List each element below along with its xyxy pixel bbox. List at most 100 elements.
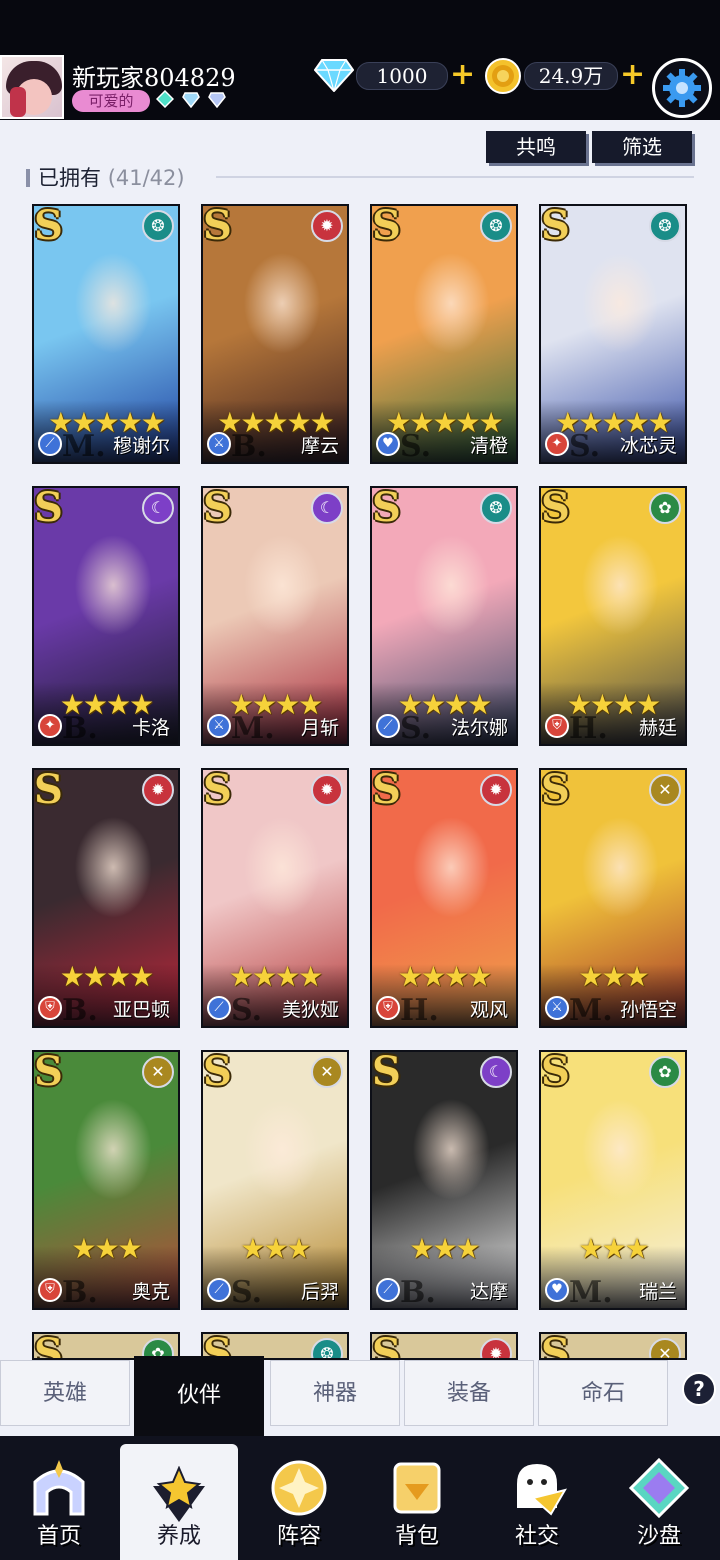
cross-icon: ✕ xyxy=(649,774,681,806)
hero-card[interactable]: S ❂ ★★★★ ⟋ S. 法尔娜 xyxy=(370,486,518,746)
nav-social[interactable]: 社交 xyxy=(478,1436,596,1560)
gem-count: 1000 xyxy=(356,62,448,90)
sword-icon: ⚔ xyxy=(207,432,231,456)
rank-badge: S xyxy=(541,1050,570,1095)
star-triangle-icon xyxy=(153,1466,205,1522)
hero-card[interactable]: S ✹ ★★★★ ⟋ S. 美狄娅 xyxy=(201,768,349,1028)
nav-sandbox[interactable]: 沙盘 xyxy=(600,1436,718,1560)
rank-badge: S xyxy=(372,1050,401,1095)
moon-icon: ☾ xyxy=(311,492,343,524)
nav-formation[interactable]: 阵容 xyxy=(240,1436,358,1560)
class-letter: B. xyxy=(231,429,267,464)
settings-button[interactable] xyxy=(652,58,712,118)
hero-name: 孙悟空 xyxy=(619,999,677,1021)
hero-card[interactable]: S ✿ ★★★ ♥ M. 瑞兰 xyxy=(539,1050,687,1310)
rank-badge: S xyxy=(34,204,63,249)
tab-fate-stones[interactable]: 命石 xyxy=(538,1360,668,1426)
hero-name: 赫廷 xyxy=(638,717,677,739)
leaf-icon: ✿ xyxy=(649,492,681,524)
add-gold-button[interactable]: + xyxy=(620,60,645,90)
nav-label: 养成 xyxy=(156,1524,201,1549)
hero-name: 后羿 xyxy=(300,1281,339,1303)
player-avatar[interactable] xyxy=(0,55,64,119)
class-letter: B. xyxy=(62,711,98,746)
heart-icon: ♥ xyxy=(376,432,400,456)
swirl-icon: ❂ xyxy=(142,210,174,242)
class-letter: S. xyxy=(231,993,263,1028)
hero-card[interactable]: S ❂ ★★★★★ ♥ S. 清橙 xyxy=(370,204,518,464)
flame-icon: ✹ xyxy=(311,774,343,806)
shield-icon: ⛨ xyxy=(376,996,400,1020)
rank-badge: S xyxy=(541,204,570,249)
staff-icon: ⟋ xyxy=(376,1278,400,1302)
owned-count: (41/42) xyxy=(107,166,185,190)
gear-icon xyxy=(663,69,701,107)
hero-card[interactable]: S ✿ ★★★★ ⛨ H. 赫廷 xyxy=(539,486,687,746)
resonance-button[interactable]: 共鸣 xyxy=(486,131,586,163)
class-letter: H. xyxy=(569,711,608,746)
wand-icon: ✦ xyxy=(545,432,569,456)
tab-partners[interactable]: 伙伴 xyxy=(134,1356,264,1436)
hero-card[interactable]: S ❂ ★★★★★ ⟋ M. 穆谢尔 xyxy=(32,204,180,464)
nav-label: 社交 xyxy=(514,1524,559,1549)
rank-badge: S xyxy=(203,768,232,813)
filter-button[interactable]: 筛选 xyxy=(592,131,692,163)
hero-name: 清橙 xyxy=(469,435,508,457)
hero-card[interactable]: S ☾ ★★★★ ✦ B. 卡洛 xyxy=(32,486,180,746)
rank-badge: S xyxy=(372,486,401,531)
hero-name: 摩云 xyxy=(300,435,339,457)
star-rating: ★★★★ xyxy=(397,960,492,993)
flame-icon: ✹ xyxy=(480,774,512,806)
title-diamond-icon xyxy=(208,92,226,108)
bag-icon xyxy=(393,1462,441,1514)
gold-count: 24.9万 xyxy=(524,62,618,90)
hero-name: 观风 xyxy=(469,999,508,1021)
star-rating: ★★★ xyxy=(71,1232,142,1265)
title-gem-icon xyxy=(156,90,174,108)
add-gems-button[interactable]: + xyxy=(450,60,475,90)
tab-equipment[interactable]: 装备 xyxy=(404,1360,534,1426)
help-button[interactable]: ? xyxy=(682,1372,716,1406)
nav-bag[interactable]: 背包 xyxy=(358,1436,476,1560)
staff-icon: ⟋ xyxy=(376,714,400,738)
player-title-badge[interactable]: 可爱的 xyxy=(72,90,150,112)
class-letter: S. xyxy=(400,429,432,464)
hero-card[interactable]: S ✕ ★★★ ⛨ B. 奥克 xyxy=(32,1050,180,1310)
rank-badge: S xyxy=(203,1050,232,1095)
heading-bar xyxy=(26,169,30,187)
hero-card[interactable]: S ✹ ★★★★ ⛨ B. 亚巴顿 xyxy=(32,768,180,1028)
hero-card[interactable]: S ✕ ★★★ ⚔ M. 孙悟空 xyxy=(539,768,687,1028)
hero-name: 亚巴顿 xyxy=(112,999,170,1021)
nav-home[interactable]: 首页 xyxy=(0,1436,118,1560)
shield-icon: ⛨ xyxy=(545,714,569,738)
star-rating: ★★★ xyxy=(409,1232,480,1265)
cross-icon: ✕ xyxy=(311,1056,343,1088)
hero-name: 达摩 xyxy=(469,1281,508,1303)
class-letter: M. xyxy=(569,993,613,1028)
hero-card[interactable]: S ✕ ★★★ ⟋ S. 后羿 xyxy=(201,1050,349,1310)
hero-card[interactable]: S ✹ ★★★★★ ⚔ B. 摩云 xyxy=(201,204,349,464)
tab-heroes[interactable]: 英雄 xyxy=(0,1360,130,1426)
category-tabs: 英雄 伙伴 神器 装备 命石 xyxy=(0,1356,720,1436)
hero-card[interactable]: S ☾ ★★★ ⟋ B. 达摩 xyxy=(370,1050,518,1310)
hero-card[interactable]: S ✹ ★★★★ ⛨ H. 观风 xyxy=(370,768,518,1028)
wand-icon: ✦ xyxy=(38,714,62,738)
tab-artifacts[interactable]: 神器 xyxy=(270,1360,400,1426)
hero-card[interactable]: S ❂ ★★★★★ ✦ S. 冰芯灵 xyxy=(539,204,687,464)
hero-card[interactable]: S ☾ ★★★★ ⚔ M. 月斩 xyxy=(201,486,349,746)
class-letter: S. xyxy=(569,429,601,464)
app-root: { "player": {"name": "新玩家804829", "title… xyxy=(0,0,720,1560)
hero-name: 卡洛 xyxy=(131,717,170,739)
home-icon xyxy=(33,1460,85,1516)
class-letter: M. xyxy=(62,429,106,464)
rank-badge: S xyxy=(203,204,232,249)
shield-icon: ⛨ xyxy=(38,996,62,1020)
nav-label: 沙盘 xyxy=(636,1524,681,1549)
star-rating: ★★★ xyxy=(240,1232,311,1265)
class-letter: S. xyxy=(400,711,432,746)
rank-badge: S xyxy=(372,768,401,813)
staff-icon: ⟋ xyxy=(38,432,62,456)
rank-badge: S xyxy=(541,486,570,531)
nav-develop[interactable]: 养成 xyxy=(120,1444,238,1560)
leaf-icon: ✿ xyxy=(649,1056,681,1088)
